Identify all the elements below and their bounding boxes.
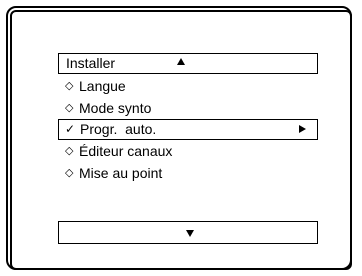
menu-item-langue[interactable]: ◇ Langue [58, 75, 318, 97]
diamond-bullet-icon: ◇ [65, 102, 74, 114]
menu-item-label: Progr. auto. [80, 121, 157, 137]
menu-item-label: Mode synto [79, 100, 152, 116]
diamond-bullet-icon: ◇ [65, 80, 74, 92]
menu-footer [58, 221, 318, 244]
menu-item-mode-synto[interactable]: ◇ Mode synto [58, 97, 318, 119]
installer-menu: Installer ◇ Langue ◇ Mode synto ✓ Progr.… [58, 53, 318, 184]
diamond-bullet-icon: ◇ [65, 167, 74, 179]
submenu-arrow-icon [299, 125, 306, 133]
menu-item-label: Éditeur canaux [79, 143, 173, 159]
menu-item-mise-au-point[interactable]: ◇ Mise au point [58, 162, 318, 184]
menu-item-label: Langue [79, 78, 126, 94]
diamond-bullet-icon: ◇ [65, 145, 74, 157]
menu-header: Installer [58, 53, 318, 74]
menu-item-label: Mise au point [79, 165, 163, 181]
scroll-down-icon[interactable] [186, 230, 194, 237]
check-icon: ✓ [65, 122, 76, 136]
menu-item-editeur-canaux[interactable]: ◇ Éditeur canaux [58, 140, 318, 162]
scroll-up-icon[interactable] [177, 58, 185, 65]
menu-item-progr-auto[interactable]: ✓ Progr. auto. [58, 119, 318, 140]
menu-title: Installer [66, 55, 116, 71]
